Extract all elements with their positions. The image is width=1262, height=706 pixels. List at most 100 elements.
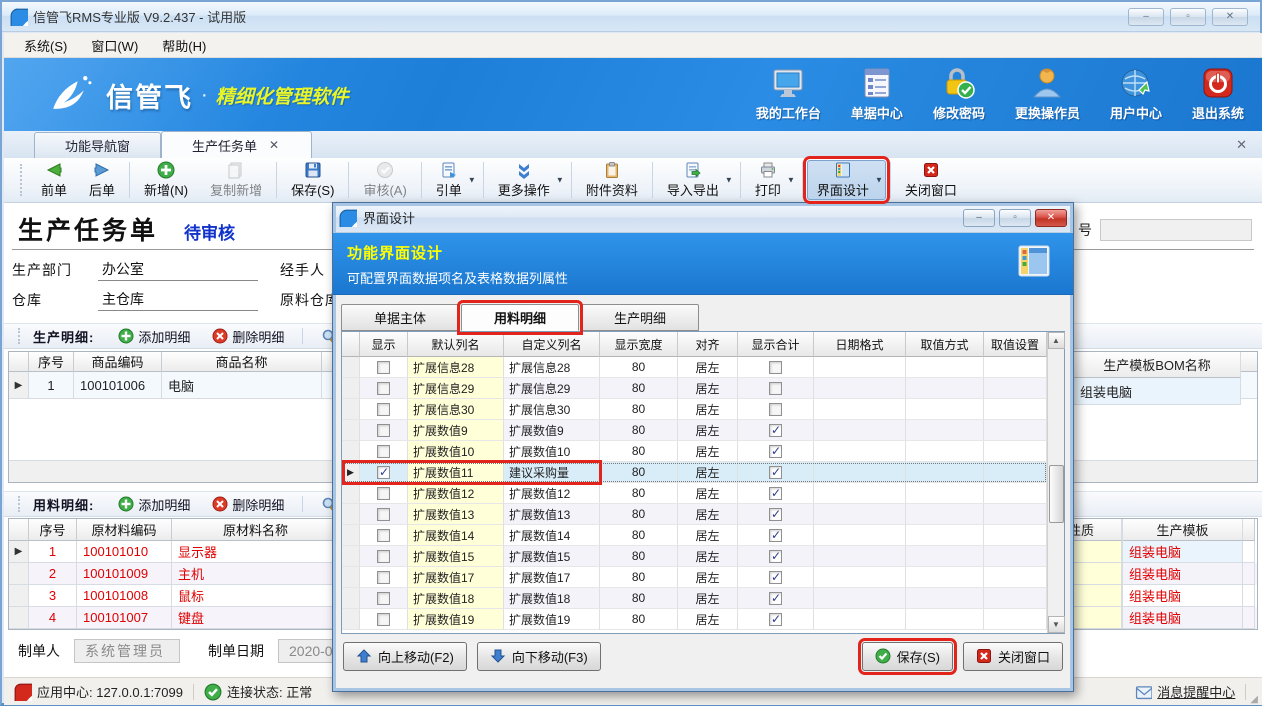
show-checkbox-unchecked[interactable]: [377, 424, 390, 437]
show-checkbox-cell[interactable]: [360, 609, 408, 630]
grid-row-扩展信息28[interactable]: 扩展信息28扩展信息2880居左: [342, 357, 1047, 378]
sum-checkbox-cell[interactable]: [738, 378, 814, 399]
default-name-cell[interactable]: 扩展数值14: [408, 525, 504, 546]
align-cell[interactable]: 居左: [678, 399, 738, 420]
width-cell[interactable]: 80: [600, 504, 678, 525]
tab-功能导航窗[interactable]: 功能导航窗: [34, 132, 161, 158]
date-format-cell[interactable]: [814, 357, 906, 378]
show-checkbox-cell[interactable]: [360, 399, 408, 420]
default-name-cell[interactable]: 扩展数值19: [408, 609, 504, 630]
date-format-cell[interactable]: [814, 378, 906, 399]
default-name-cell[interactable]: 扩展数值9: [408, 420, 504, 441]
value-method-cell[interactable]: [906, 357, 984, 378]
date-format-cell[interactable]: [814, 525, 906, 546]
value-setting-cell[interactable]: [984, 588, 1047, 609]
toolbar-button-导入导出[interactable]: 导入导出▼: [657, 160, 736, 200]
dropdown-arrow-icon[interactable]: ▼: [875, 176, 883, 185]
section-button-删除明细[interactable]: 删除明细: [204, 325, 292, 348]
dropdown-arrow-icon[interactable]: ▼: [468, 176, 476, 185]
column-header-原材料名称[interactable]: 原材料名称: [172, 519, 340, 541]
align-cell[interactable]: 居左: [678, 546, 738, 567]
width-cell[interactable]: 80: [600, 462, 678, 483]
value-method-cell[interactable]: [906, 588, 984, 609]
custom-name-cell[interactable]: 扩展信息30: [504, 399, 600, 420]
minimize-button[interactable]: –: [1128, 8, 1164, 26]
show-checkbox-cell[interactable]: [360, 525, 408, 546]
toolbar-button-前单[interactable]: 前单: [31, 160, 77, 200]
column-header-商品名称[interactable]: 商品名称: [162, 352, 322, 372]
value-method-cell[interactable]: [906, 525, 984, 546]
width-cell[interactable]: 80: [600, 546, 678, 567]
align-cell[interactable]: 居左: [678, 525, 738, 546]
show-checkbox-checked[interactable]: [377, 466, 390, 479]
show-checkbox-cell[interactable]: [360, 462, 408, 483]
width-cell[interactable]: 80: [600, 588, 678, 609]
date-format-cell[interactable]: [814, 504, 906, 525]
sum-checkbox-checked[interactable]: [769, 466, 782, 479]
toolbar-button-打印[interactable]: 打印▼: [745, 160, 798, 200]
sum-checkbox-checked[interactable]: [769, 550, 782, 563]
grid-scrollbar[interactable]: ▲ ▼: [1047, 332, 1064, 633]
column-header-序号[interactable]: 序号: [29, 352, 74, 372]
dropdown-arrow-icon[interactable]: ▼: [725, 176, 733, 185]
custom-name-cell[interactable]: 扩展数值19: [504, 609, 600, 630]
grid-column-header-取值方式[interactable]: 取值方式: [906, 332, 984, 357]
message-center-link[interactable]: 消息提醒中心: [1157, 682, 1235, 701]
show-checkbox-cell[interactable]: [360, 588, 408, 609]
sum-checkbox-checked[interactable]: [769, 613, 782, 626]
sum-checkbox-unchecked[interactable]: [769, 361, 782, 374]
show-checkbox-unchecked[interactable]: [377, 613, 390, 626]
default-name-cell[interactable]: 扩展信息29: [408, 378, 504, 399]
show-checkbox-unchecked[interactable]: [377, 508, 390, 521]
close-button[interactable]: ✕: [1212, 8, 1248, 26]
custom-name-cell[interactable]: 扩展数值13: [504, 504, 600, 525]
scroll-down-arrow-icon[interactable]: ▼: [1048, 616, 1065, 633]
dialog-button-保存(S)[interactable]: 保存(S): [862, 642, 953, 671]
warehouse-field[interactable]: 主仓库: [98, 289, 258, 311]
toolbar-button-更多操作[interactable]: 更多操作▼: [488, 160, 567, 200]
show-checkbox-unchecked[interactable]: [377, 382, 390, 395]
dept-field[interactable]: 办公室: [98, 259, 258, 281]
sum-checkbox-cell[interactable]: [738, 567, 814, 588]
show-checkbox-unchecked[interactable]: [377, 487, 390, 500]
align-cell[interactable]: 居左: [678, 609, 738, 630]
align-cell[interactable]: 居左: [678, 357, 738, 378]
custom-name-cell[interactable]: 扩展数值12: [504, 483, 600, 504]
show-checkbox-cell[interactable]: [360, 420, 408, 441]
grid-column-header-取值设置[interactable]: 取值设置: [984, 332, 1047, 357]
default-name-cell[interactable]: 扩展数值11: [408, 462, 504, 483]
value-method-cell[interactable]: [906, 483, 984, 504]
default-name-cell[interactable]: 扩展数值18: [408, 588, 504, 609]
value-setting-cell[interactable]: [984, 378, 1047, 399]
sum-checkbox-cell[interactable]: [738, 483, 814, 504]
banner-action-我的工作台[interactable]: 我的工作台: [756, 66, 821, 122]
default-name-cell[interactable]: 扩展数值13: [408, 504, 504, 525]
value-method-cell[interactable]: [906, 609, 984, 630]
show-checkbox-cell[interactable]: [360, 504, 408, 525]
align-cell[interactable]: 居左: [678, 378, 738, 399]
align-cell[interactable]: 居左: [678, 441, 738, 462]
align-cell[interactable]: 居左: [678, 420, 738, 441]
show-checkbox-unchecked[interactable]: [377, 361, 390, 374]
sum-checkbox-cell[interactable]: [738, 546, 814, 567]
grid-row-扩展数值14[interactable]: 扩展数值14扩展数值1480居左: [342, 525, 1047, 546]
default-name-cell[interactable]: 扩展数值15: [408, 546, 504, 567]
doc-number-field[interactable]: [1100, 219, 1252, 241]
date-format-cell[interactable]: [814, 399, 906, 420]
menu-item[interactable]: 窗口(W): [81, 33, 148, 58]
align-cell[interactable]: 居左: [678, 483, 738, 504]
toolbar-button-保存(S)[interactable]: 保存(S): [281, 160, 344, 200]
toolbar-button-引单[interactable]: 引单▼: [426, 160, 479, 200]
grid-row-扩展数值15[interactable]: 扩展数值15扩展数值1580居左: [342, 546, 1047, 567]
column-header-生产模板[interactable]: 生产模板: [1123, 519, 1243, 541]
default-name-cell[interactable]: 扩展数值12: [408, 483, 504, 504]
scrollbar-thumb[interactable]: [1049, 465, 1064, 523]
dialog-tab-单据主体[interactable]: 单据主体: [341, 304, 459, 331]
scroll-up-arrow-icon[interactable]: ▲: [1048, 332, 1065, 349]
menu-item[interactable]: 帮助(H): [152, 33, 216, 58]
sum-checkbox-cell[interactable]: [738, 609, 814, 630]
value-method-cell[interactable]: [906, 420, 984, 441]
width-cell[interactable]: 80: [600, 420, 678, 441]
value-method-cell[interactable]: [906, 546, 984, 567]
value-method-cell[interactable]: [906, 462, 984, 483]
